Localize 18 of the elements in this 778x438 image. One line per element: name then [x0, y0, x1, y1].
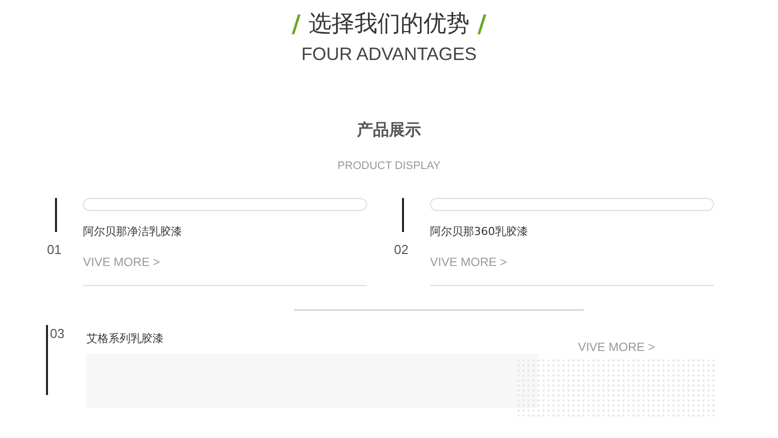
- item-number: 03: [50, 326, 64, 341]
- product-name: 阿尔贝那净洁乳胶漆: [83, 225, 182, 238]
- vertical-line: [402, 198, 404, 232]
- view-more-link[interactable]: VIVE MORE >: [578, 338, 655, 356]
- section-subheading: FOUR ADVANTAGES: [300, 43, 478, 66]
- item-number: 01: [47, 241, 62, 259]
- slash-mark: /: [292, 9, 300, 40]
- view-more-link[interactable]: VIVE MORE >: [430, 253, 508, 271]
- section-subtitle: PRODUCT DISPLAY: [338, 160, 440, 172]
- vertical-line: [46, 325, 48, 395]
- view-more-link[interactable]: VIVE MORE >: [83, 253, 160, 271]
- product-name: 阿尔贝那360乳胶漆: [430, 225, 528, 238]
- section-heading: 选择我们的优势: [308, 10, 470, 39]
- vertical-line: [55, 198, 57, 232]
- item-number: 02: [394, 241, 408, 259]
- section-title: 产品展示: [357, 120, 421, 139]
- slash-mark: /: [478, 9, 486, 40]
- product-name: 艾格系列乳胶漆: [86, 332, 164, 345]
